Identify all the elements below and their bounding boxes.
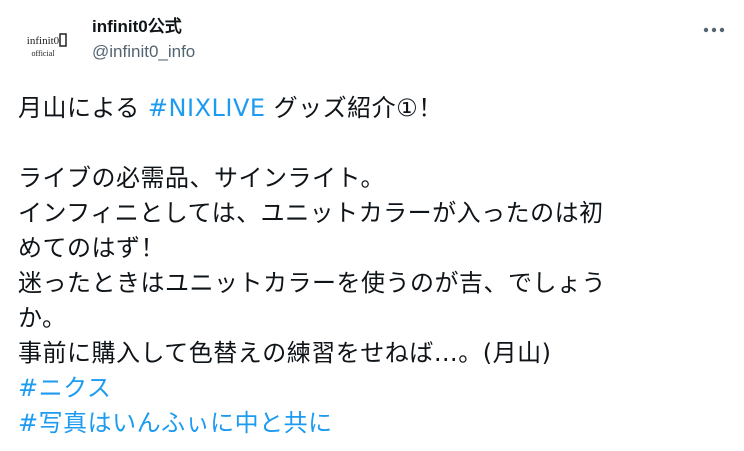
tweet-line: めてのはず！: [18, 234, 165, 262]
tweet-card: infinit0 official infinit0公式 @infinit0_i…: [0, 0, 744, 451]
hashtag-link[interactable]: #NIXLIVE: [148, 94, 266, 122]
more-button[interactable]: [700, 20, 728, 40]
hashtag-link[interactable]: #写真はいんふぃに中と共に: [18, 406, 730, 441]
tweet-line: 事前に購入して色替えの練習をせねば…。(月山): [18, 339, 552, 367]
hashtag-link[interactable]: #ニクス: [18, 371, 730, 406]
tweet-line: か。: [18, 304, 67, 332]
author-names: infinit0公式 @infinit0_info: [92, 16, 195, 63]
avatar-logo-text: infinit0: [27, 35, 60, 47]
user-handle[interactable]: @infinit0_info: [92, 41, 195, 63]
tweet-line: ライブの必需品、サインライト。: [18, 164, 386, 192]
display-name[interactable]: infinit0公式: [92, 16, 195, 38]
tweet-line: 月山による #NIXLIVE グッズ紹介①！: [18, 91, 730, 126]
tweet-text-segment: グッズ紹介①！: [265, 94, 443, 122]
avatar[interactable]: infinit0 official: [16, 14, 72, 70]
more-horizontal-icon: [703, 27, 725, 33]
avatar-logo-subtext: official: [32, 49, 56, 58]
tweet-text: 月山による #NIXLIVE グッズ紹介①！ ライブの必需品、サインライト。 イ…: [18, 91, 730, 441]
tweet-header: infinit0 official infinit0公式 @infinit0_i…: [16, 14, 728, 70]
tweet-line: インフィニとしては、ユニットカラーが入ったのは初: [18, 199, 604, 227]
tweet-line: 迷ったときはユニットカラーを使うのが吉、でしょう: [18, 269, 606, 297]
tweet-text-segment: 月山による: [18, 94, 148, 122]
